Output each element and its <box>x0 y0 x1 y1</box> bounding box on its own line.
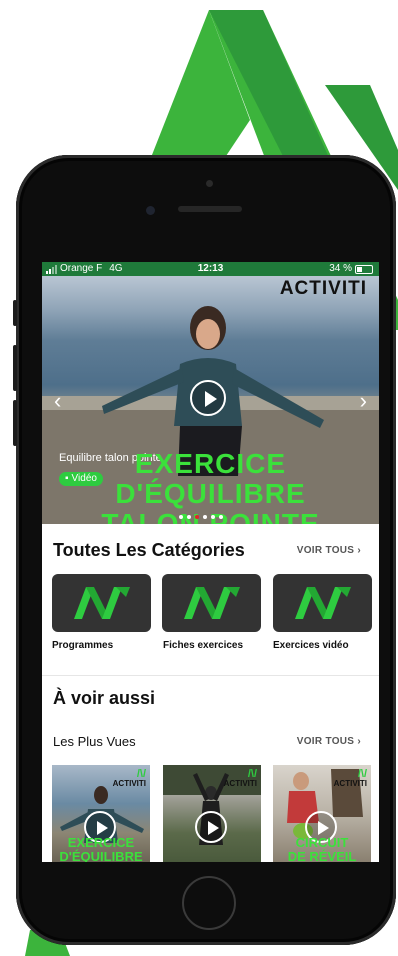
brand-logo-icon <box>294 587 351 619</box>
thumbnail-title-2: D'ÉQUILIBRE <box>59 849 143 862</box>
video-thumbnail[interactable]: /\/ACTIVITI EXERCICE D'ÉQUILIBRE <box>52 765 150 862</box>
brand-logo-icon <box>183 587 240 619</box>
category-tile-programmes[interactable] <box>52 574 151 632</box>
see-all-label: VOIR TOUS <box>296 736 355 747</box>
thumbnail-title-1: CIRCUIT <box>295 835 349 850</box>
chevron-right-icon: › <box>357 736 361 747</box>
category-label[interactable]: Exercices vidéo <box>273 640 349 651</box>
section-divider <box>42 675 379 676</box>
category-tile-fiches[interactable] <box>162 574 261 632</box>
pagination-dot[interactable] <box>203 515 207 519</box>
brand-mark-icon: /\/ <box>136 768 146 780</box>
chevron-right-icon: › <box>357 545 361 556</box>
most-viewed-see-all[interactable]: VOIR TOUS › <box>297 736 361 747</box>
category-tile-exercices-video[interactable] <box>273 574 372 632</box>
category-label[interactable]: Fiches exercices <box>163 640 243 651</box>
pagination-dot[interactable] <box>211 515 215 519</box>
phone-volume-down <box>13 400 17 446</box>
phone-speaker <box>178 206 242 212</box>
pagination-dot[interactable] <box>179 515 183 519</box>
carousel-next-arrow-icon[interactable]: › <box>360 388 367 414</box>
brand-mark-icon: /\/ <box>247 768 257 780</box>
most-viewed-subtitle: Les Plus Vues <box>53 734 136 749</box>
phone-mute-switch <box>13 300 17 326</box>
categories-title: Toutes Les Catégories <box>53 540 245 560</box>
category-label[interactable]: Programmes <box>52 640 113 651</box>
brand-mark-icon: /\/ <box>357 768 367 780</box>
thumbnail-title-1: EXERCICE <box>67 835 135 850</box>
battery-icon <box>355 264 373 274</box>
hero-overlay-title-2: D'ÉQUILIBRE <box>115 478 306 509</box>
hero-overlay-title-1: EXERCICE <box>134 448 287 479</box>
thumbnail-title-2: DE RÉVEIL <box>287 849 357 862</box>
thumbnail-brand-logo: /\/ACTIVITI <box>112 768 146 789</box>
see-all-label: VOIR TOUS <box>296 545 355 556</box>
hero-carousel[interactable]: ACTIVITI ‹ › Equilibre talon pointe ▪ Vi… <box>42 276 379 524</box>
play-icon[interactable] <box>190 380 226 416</box>
battery-percent: 34 % <box>329 263 352 274</box>
play-icon[interactable] <box>195 811 227 843</box>
pagination-dot[interactable] <box>187 515 191 519</box>
pagination-dot-active[interactable] <box>195 515 199 519</box>
status-bar: Orange F 4G 12:13 34 % <box>42 262 379 276</box>
phone-front-camera <box>146 206 155 215</box>
hero-brand-logo: ACTIVITI <box>279 278 367 299</box>
see-also-title: À voir aussi <box>53 688 156 708</box>
thumbnail-brand-logo: /\/ACTIVITI <box>223 768 257 789</box>
categories-see-all[interactable]: VOIR TOUS › <box>297 545 361 556</box>
video-thumbnail[interactable]: /\/ACTIVITI <box>163 765 261 862</box>
app-screen: Orange F 4G 12:13 34 % ACTIVITI ‹ › Equi… <box>42 262 379 862</box>
phone-camera <box>206 180 213 187</box>
pagination-dot[interactable] <box>219 515 223 519</box>
brand-logo-icon <box>73 587 130 619</box>
phone-volume-up <box>13 345 17 391</box>
home-button[interactable] <box>182 876 236 930</box>
carousel-prev-arrow-icon[interactable]: ‹ <box>54 388 61 414</box>
thumbnail-brand-logo: /\/ACTIVITI <box>333 768 367 789</box>
video-thumbnail[interactable]: /\/ACTIVITI CIRCUIT DE RÉVEIL <box>273 765 371 862</box>
carousel-pagination[interactable] <box>179 515 223 519</box>
